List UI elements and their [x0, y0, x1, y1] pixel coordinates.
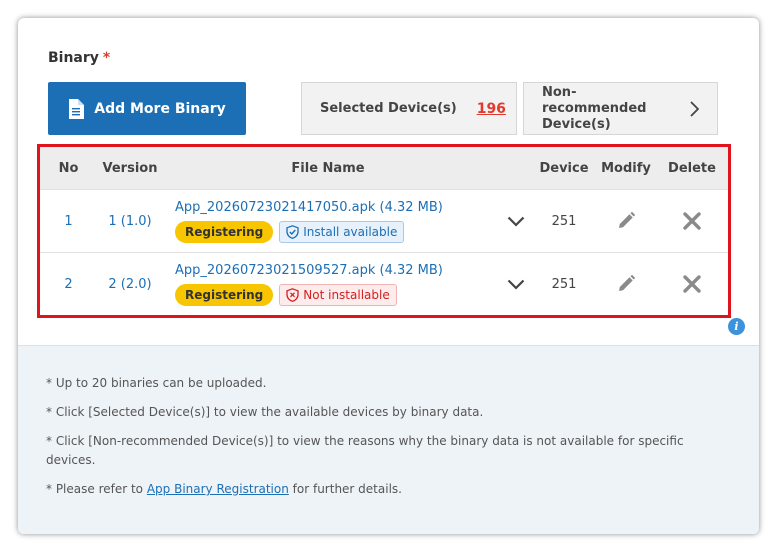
row-device-count: 251 — [551, 276, 577, 292]
header-file-name: File Name — [291, 160, 365, 176]
add-more-binary-label: Add More Binary — [94, 100, 226, 117]
header-device: Device — [539, 160, 589, 176]
file-name-link[interactable]: App_20260723021509527.apk (4.32 MB) — [175, 263, 493, 278]
selected-devices-button[interactable]: Selected Device(s) 196 — [301, 82, 517, 135]
delete-button[interactable] — [662, 212, 722, 230]
header-delete: Delete — [668, 160, 716, 176]
header-no: No — [58, 160, 79, 176]
note-item: * Click [Non-recommended Device(s)] to v… — [46, 434, 684, 467]
required-mark: * — [102, 50, 111, 66]
install-available-badge: Install available — [279, 220, 405, 243]
expand-chevron[interactable] — [493, 279, 538, 290]
close-icon — [683, 212, 701, 230]
non-recommended-label: Non- recommended Device(s) — [542, 84, 646, 133]
pencil-icon — [619, 274, 636, 291]
header-modify: Modify — [601, 160, 651, 176]
row-file-cell: App_20260723021509527.apk (4.32 MB) Regi… — [163, 263, 493, 306]
row-no: 1 — [64, 213, 73, 229]
delete-button[interactable] — [662, 275, 722, 293]
row-version: 2 (2.0) — [108, 276, 152, 292]
header-version: Version — [102, 160, 158, 176]
non-recommended-line3: Device(s) — [542, 116, 611, 132]
section-title-label: Binary — [48, 50, 99, 66]
chevron-down-icon — [507, 279, 524, 290]
install-status-label: Install available — [303, 224, 398, 239]
document-icon — [69, 98, 85, 119]
note-suffix: for further details. — [288, 482, 402, 496]
table-header: No Version File Name Device Modify Delet… — [40, 147, 728, 189]
note-prefix: * Please refer to — [46, 482, 147, 496]
section-title: Binary * — [48, 50, 110, 66]
file-name-link[interactable]: App_20260723021417050.apk (4.32 MB) — [175, 200, 493, 215]
close-icon — [683, 275, 701, 293]
binary-table: No Version File Name Device Modify Delet… — [37, 144, 731, 318]
install-status-label: Not installable — [303, 287, 390, 302]
note-item: * Click [Selected Device(s)] to view the… — [46, 405, 484, 419]
binary-card: Binary * Add More Binary Selected Device(… — [18, 18, 759, 534]
note-item: * Please refer to App Binary Registratio… — [46, 480, 731, 499]
expand-chevron[interactable] — [493, 216, 538, 227]
note-item: * Up to 20 binaries can be uploaded. — [46, 376, 267, 390]
not-installable-badge: Not installable — [279, 283, 397, 306]
row-no: 2 — [64, 276, 73, 292]
non-recommended-line2: recommended — [542, 100, 647, 116]
status-badge: Registering — [175, 220, 274, 243]
chevron-down-icon — [507, 216, 524, 227]
table-row: 1 1 (1.0) App_20260723021417050.apk (4.3… — [40, 189, 728, 252]
chevron-right-icon — [690, 100, 699, 117]
selected-devices-count[interactable]: 196 — [477, 101, 506, 117]
row-badges: Registering Install available — [175, 220, 493, 243]
row-badges: Registering Not installable — [175, 283, 493, 306]
status-badge: Registering — [175, 283, 274, 306]
row-device-count: 251 — [551, 213, 577, 229]
modify-button[interactable] — [590, 274, 662, 294]
shield-x-icon — [286, 287, 299, 302]
notes-panel: * Up to 20 binaries can be uploaded. * C… — [18, 345, 759, 534]
add-more-binary-button[interactable]: Add More Binary — [48, 82, 246, 135]
table-row: 2 2 (2.0) App_20260723021509527.apk (4.3… — [40, 252, 728, 315]
shield-check-icon — [286, 224, 299, 239]
info-icon[interactable]: i — [728, 318, 745, 335]
non-recommended-devices-button[interactable]: Non- recommended Device(s) — [523, 82, 718, 135]
app-binary-registration-link[interactable]: App Binary Registration — [147, 482, 289, 496]
modify-button[interactable] — [590, 211, 662, 231]
non-recommended-line1: Non- — [542, 84, 577, 100]
row-version: 1 (1.0) — [108, 213, 152, 229]
row-file-cell: App_20260723021417050.apk (4.32 MB) Regi… — [163, 200, 493, 243]
selected-devices-label: Selected Device(s) — [320, 101, 457, 116]
pencil-icon — [619, 211, 636, 228]
